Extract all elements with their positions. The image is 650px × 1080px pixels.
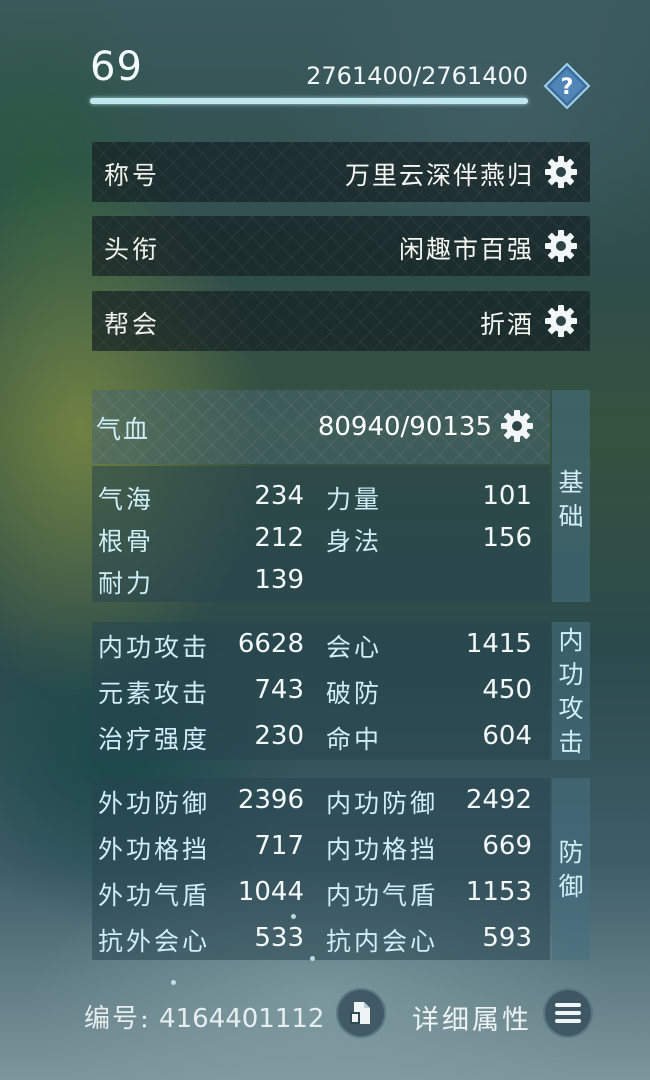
hamburger-menu-icon [555, 1003, 581, 1023]
hp-value: 80940/90135 [317, 412, 492, 442]
stat-value: 156 [482, 523, 532, 553]
detail-attributes-button[interactable] [543, 988, 593, 1038]
stat-value: 604 [482, 721, 532, 751]
title-label: 称号 [104, 161, 161, 190]
stat-value: 6628 [237, 629, 304, 659]
rank-label: 头衔 [104, 235, 161, 264]
stat-label: 会心 [326, 633, 383, 662]
guild-row: 帮会 折酒 [92, 291, 590, 351]
stat-value: 2396 [237, 785, 304, 815]
hp-label: 气血 [96, 415, 151, 444]
title-row: 称号 万里云深伴燕归 [92, 142, 590, 202]
stat-label: 内功气盾 [326, 881, 439, 910]
stat-label: 抗外会心 [98, 927, 211, 956]
player-level: 69 [90, 44, 143, 90]
rank-value: 闲趣市百强 [398, 235, 534, 264]
stat-label: 内功防御 [326, 789, 439, 818]
tab-defense[interactable]: 防御 [552, 778, 590, 960]
stat-value: 743 [254, 675, 304, 705]
exp-value: 2761400/2761400 [306, 62, 528, 90]
stat-value: 1153 [465, 877, 532, 907]
tab-attack[interactable]: 内功攻击 [552, 622, 590, 760]
stat-label: 治疗强度 [98, 725, 211, 754]
stat-label: 外功气盾 [98, 881, 211, 910]
stat-label: 内功格挡 [326, 835, 439, 864]
hp-row: 气血 80940/90135 [92, 390, 550, 464]
copy-id-button[interactable] [336, 988, 386, 1038]
stat-value: 212 [254, 523, 304, 553]
stat-value: 101 [482, 481, 532, 511]
stat-value: 1415 [465, 629, 532, 659]
help-button[interactable]: ? [543, 62, 591, 110]
stat-value: 717 [254, 831, 304, 861]
stat-label: 元素攻击 [98, 679, 211, 708]
sparkle-dot [291, 914, 296, 919]
gear-icon[interactable] [500, 409, 534, 443]
stat-label: 破防 [326, 679, 383, 708]
sparkle-dot [171, 980, 176, 985]
stat-label: 力量 [326, 485, 383, 514]
exp-bar [90, 98, 528, 104]
stat-value: 533 [254, 923, 304, 953]
stat-label: 根骨 [98, 527, 155, 556]
basic-stats-panel [92, 466, 550, 602]
player-id-label: 编号: [84, 1004, 151, 1034]
stat-label: 命中 [326, 725, 383, 754]
stat-label: 身法 [326, 527, 383, 556]
detail-attributes-label[interactable]: 详细属性 [412, 998, 532, 1037]
guild-label: 帮会 [104, 310, 161, 339]
stat-value: 1044 [237, 877, 304, 907]
stat-value: 450 [482, 675, 532, 705]
stat-value: 230 [254, 721, 304, 751]
svg-text:?: ? [561, 75, 574, 100]
title-value: 万里云深伴燕归 [344, 161, 534, 190]
question-diamond-icon: ? [543, 62, 591, 110]
stat-label: 耐力 [98, 569, 155, 598]
gear-icon[interactable] [544, 304, 578, 338]
rank-row: 头衔 闲趣市百强 [92, 216, 590, 276]
stat-label: 抗内会心 [326, 927, 439, 956]
copy-icon [350, 1002, 370, 1024]
player-id: 编号: 4164401112 [84, 998, 324, 1035]
gear-icon[interactable] [544, 155, 578, 189]
stat-label: 气海 [98, 485, 155, 514]
stat-label: 外功格挡 [98, 835, 211, 864]
stat-label: 外功防御 [98, 789, 211, 818]
guild-value: 折酒 [479, 310, 534, 339]
stat-value: 234 [254, 481, 304, 511]
stat-value: 139 [254, 565, 304, 595]
player-id-value: 4164401112 [159, 1004, 325, 1034]
stat-label: 内功攻击 [98, 633, 211, 662]
stat-value: 593 [482, 923, 532, 953]
gear-icon[interactable] [544, 229, 578, 263]
tab-basic[interactable]: 基础 [552, 390, 590, 602]
stat-value: 2492 [465, 785, 532, 815]
stat-value: 669 [482, 831, 532, 861]
sparkle-dot [310, 956, 315, 961]
exp-bar-fill [90, 98, 528, 104]
